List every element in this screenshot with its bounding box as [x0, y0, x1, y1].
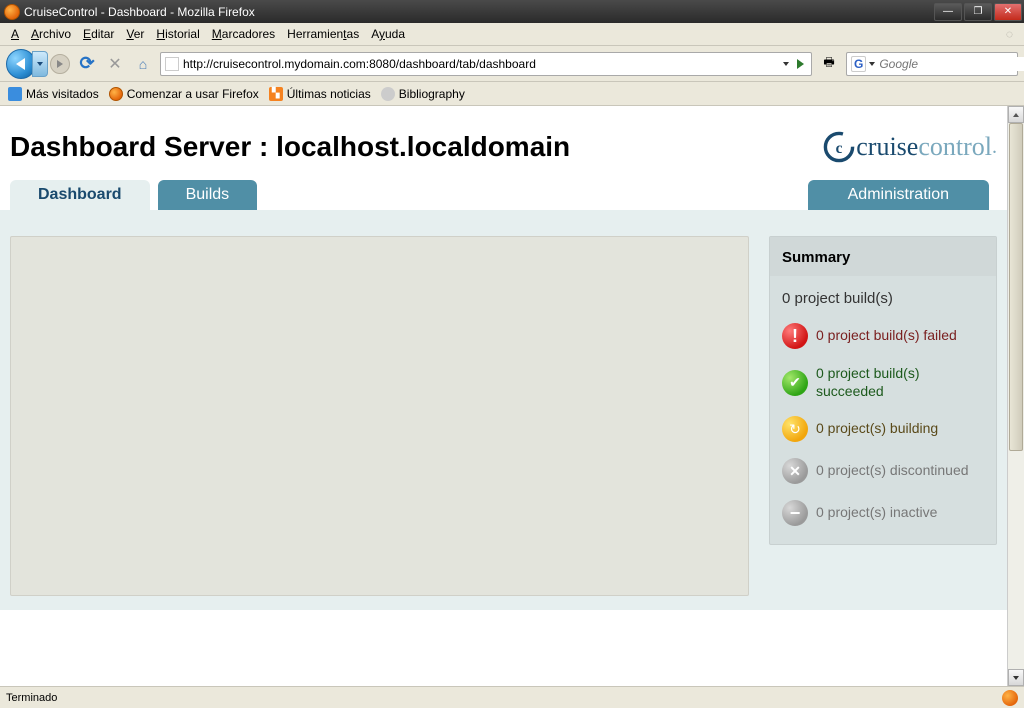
window-title: CruiseControl - Dashboard - Mozilla Fire…: [24, 5, 255, 19]
scroll-track[interactable]: [1008, 123, 1024, 669]
bookmark-label: Más visitados: [26, 87, 99, 101]
back-button-group: [6, 49, 70, 79]
summary-discontinued-row: ✕ 0 project(s) discontinued: [770, 450, 996, 492]
menu-ver[interactable]: Ver: [121, 26, 149, 42]
close-button[interactable]: ✕: [994, 3, 1022, 21]
chevron-down-icon: [37, 62, 43, 66]
summary-failed-row: ! 0 project build(s) failed: [770, 315, 996, 357]
most-visited-icon: [8, 87, 22, 101]
search-input[interactable]: [879, 57, 1024, 71]
tab-bar: Dashboard Builds Administration: [0, 180, 1007, 210]
summary-building-text: 0 project(s) building: [816, 420, 938, 438]
summary-inactive-row: − 0 project(s) inactive: [770, 492, 996, 534]
chevron-down-icon: [1013, 676, 1019, 680]
summary-failed-text: 0 project build(s) failed: [816, 327, 957, 345]
bookmark-comenzar[interactable]: Comenzar a usar Firefox: [109, 87, 259, 101]
activity-indicator-icon: ◌: [1001, 26, 1018, 42]
summary-inactive-text: 0 project(s) inactive: [816, 504, 937, 522]
menu-historial[interactable]: Historial: [151, 26, 204, 42]
menu-bar: Adocument.currentScript.previousElementS…: [0, 23, 1024, 46]
page-viewport: Dashboard Server : localhost.localdomain…: [0, 106, 1024, 686]
svg-text:c: c: [836, 140, 843, 157]
bookmarks-toolbar: Más visitados Comenzar a usar Firefox ▚ Ú…: [0, 82, 1024, 106]
main-panel: [0, 210, 759, 610]
firefox-icon: [4, 4, 20, 20]
url-dropdown-icon[interactable]: [783, 62, 789, 66]
minimize-button[interactable]: —: [934, 3, 962, 21]
reload-button[interactable]: ⟳: [76, 53, 98, 75]
building-icon: ↻: [782, 416, 808, 442]
window-titlebar: CruiseControl - Dashboard - Mozilla Fire…: [0, 0, 1024, 23]
search-engine-dropdown-icon[interactable]: [869, 62, 875, 66]
menu-archivo[interactable]: Adocument.currentScript.previousElementS…: [6, 26, 24, 42]
summary-title: Summary: [770, 237, 996, 276]
search-bar[interactable]: G 🔍: [846, 52, 1018, 76]
page-header: Dashboard Server : localhost.localdomain…: [0, 106, 1007, 180]
vertical-scrollbar[interactable]: [1007, 106, 1024, 686]
summary-discontinued-text: 0 project(s) discontinued: [816, 462, 969, 480]
google-engine-icon[interactable]: G: [851, 56, 866, 72]
content-area: Summary 0 project build(s) ! 0 project b…: [0, 210, 1007, 610]
cruisecontrol-logo: c cruisecontrol.: [822, 130, 997, 164]
printer-icon: 🖶: [823, 53, 834, 74]
arrow-right-go-icon: [797, 59, 804, 69]
navigation-toolbar: ⟳ ✕ ⌂ 🖶 G 🔍: [0, 46, 1024, 82]
summary-succeeded-row: ✔ 0 project build(s) succeeded: [770, 357, 996, 408]
bookmark-mas-visitados[interactable]: Más visitados: [8, 87, 99, 101]
reload-icon: ⟳: [79, 53, 94, 74]
forward-button[interactable]: [50, 54, 70, 74]
page-favicon: [165, 57, 179, 71]
bookmark-ultimas[interactable]: ▚ Últimas noticias: [269, 87, 371, 101]
summary-building-row: ↻ 0 project(s) building: [770, 408, 996, 450]
firefox-icon: [109, 87, 123, 101]
projects-grid-empty: [10, 236, 749, 596]
menu-ayuda[interactable]: Ayuda: [366, 26, 410, 42]
bibliography-icon: [381, 87, 395, 101]
succeeded-icon: ✔: [782, 370, 808, 396]
discontinued-icon: ✕: [782, 458, 808, 484]
bookmark-label: Comenzar a usar Firefox: [127, 87, 259, 101]
bookmark-label: Bibliography: [399, 87, 465, 101]
bookmark-bibliography[interactable]: Bibliography: [381, 87, 465, 101]
chevron-up-icon: [1013, 113, 1019, 117]
tab-dashboard[interactable]: Dashboard: [10, 180, 150, 210]
bookmark-label: Últimas noticias: [287, 87, 371, 101]
home-button[interactable]: ⌂: [132, 53, 154, 75]
scroll-thumb[interactable]: [1009, 123, 1023, 451]
rss-icon: ▚: [269, 87, 283, 101]
menu-marcadores[interactable]: Marcadores: [207, 26, 280, 42]
stop-icon: ✕: [108, 54, 121, 74]
maximize-button[interactable]: ❐: [964, 3, 992, 21]
menu-editar[interactable]: Editar: [78, 26, 119, 42]
status-bar: Terminado: [0, 686, 1024, 708]
stop-button[interactable]: ✕: [104, 53, 126, 75]
failed-icon: !: [782, 323, 808, 349]
page-title: Dashboard Server : localhost.localdomain: [10, 131, 570, 163]
print-button[interactable]: 🖶: [818, 53, 840, 75]
tab-administration[interactable]: Administration: [808, 180, 989, 210]
scroll-up-button[interactable]: [1008, 106, 1024, 123]
cruisecontrol-logo-icon: c: [822, 130, 856, 164]
url-bar[interactable]: [160, 52, 812, 76]
menu-archivo[interactable]: Archivo: [26, 26, 76, 42]
summary-succeeded-text: 0 project build(s) succeeded: [816, 365, 984, 400]
summary-total: 0 project build(s): [770, 276, 996, 315]
go-button[interactable]: [793, 57, 807, 71]
url-input[interactable]: [183, 57, 779, 71]
scroll-down-button[interactable]: [1008, 669, 1024, 686]
arrow-left-icon: [16, 58, 25, 70]
home-icon: ⌂: [139, 56, 147, 72]
firefox-status-icon[interactable]: [1002, 690, 1018, 706]
status-text: Terminado: [6, 692, 57, 704]
back-history-dropdown[interactable]: [32, 51, 48, 77]
summary-box: Summary 0 project build(s) ! 0 project b…: [769, 236, 997, 545]
summary-sidebar: Summary 0 project build(s) ! 0 project b…: [759, 210, 1007, 610]
inactive-icon: −: [782, 500, 808, 526]
menu-herramientas[interactable]: Herramientas: [282, 26, 364, 42]
arrow-right-icon: [57, 60, 63, 68]
tab-builds[interactable]: Builds: [158, 180, 258, 210]
